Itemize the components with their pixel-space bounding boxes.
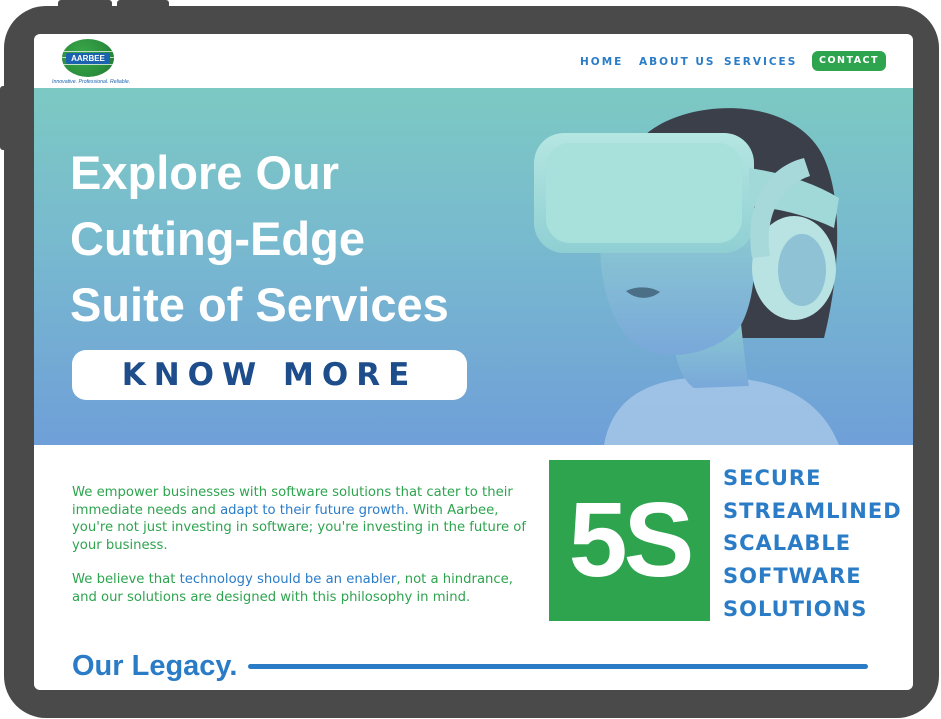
five-s-item: STREAMLINED bbox=[723, 498, 902, 523]
tablet-top-button bbox=[117, 0, 169, 10]
nav-about-us[interactable]: ABOUT US bbox=[639, 56, 716, 68]
hero-banner: Explore Our Cutting-Edge Suite of Servic… bbox=[34, 88, 913, 445]
hero-title: Explore Our Cutting-Edge Suite of Servic… bbox=[70, 140, 500, 338]
aarbee-logo[interactable]: AARBEE Innovative. Professional. Reliabl… bbox=[50, 39, 130, 85]
intro-paragraph: We empower businesses with software solu… bbox=[72, 484, 532, 554]
belief-paragraph: We believe that technology should be an … bbox=[72, 571, 532, 606]
five-s-item: SOLUTIONS bbox=[723, 596, 868, 621]
five-s-badge: 5S bbox=[549, 460, 710, 621]
five-s-badge-text: 5S bbox=[568, 481, 695, 599]
five-s-item: SCALABLE bbox=[723, 531, 852, 556]
five-s-item: SECURE bbox=[723, 466, 822, 490]
vr-headset-person-image bbox=[534, 108, 839, 445]
nav-home[interactable]: HOME bbox=[580, 56, 623, 68]
tablet-top-button bbox=[58, 0, 112, 10]
website-screen: AARBEE Innovative. Professional. Reliabl… bbox=[34, 34, 913, 690]
belief-highlight: technology should be an enabler bbox=[179, 572, 397, 587]
legacy-divider bbox=[248, 664, 868, 669]
contact-button[interactable]: CONTACT bbox=[812, 51, 886, 71]
logo-tagline: Innovative. Professional. Reliable. bbox=[52, 79, 131, 85]
five-s-item: SOFTWARE bbox=[723, 564, 862, 589]
tablet-side-button bbox=[0, 86, 10, 150]
five-s-list: SECURE STREAMLINED SCALABLE SOFTWARE SOL… bbox=[723, 462, 902, 626]
hero-title-line: Cutting-Edge bbox=[70, 212, 365, 265]
hero-title-line: Suite of Services bbox=[70, 278, 449, 331]
hero-title-line: Explore Our bbox=[70, 146, 340, 199]
belief-text: We believe that bbox=[72, 572, 180, 587]
logo-name: AARBEE bbox=[66, 53, 110, 64]
nav-services[interactable]: SERVICES bbox=[724, 56, 797, 68]
intro-highlight: adapt to their future growth. bbox=[220, 502, 409, 518]
know-more-button[interactable]: KNOW MORE bbox=[72, 350, 467, 400]
legacy-heading: Our Legacy. bbox=[72, 650, 238, 682]
